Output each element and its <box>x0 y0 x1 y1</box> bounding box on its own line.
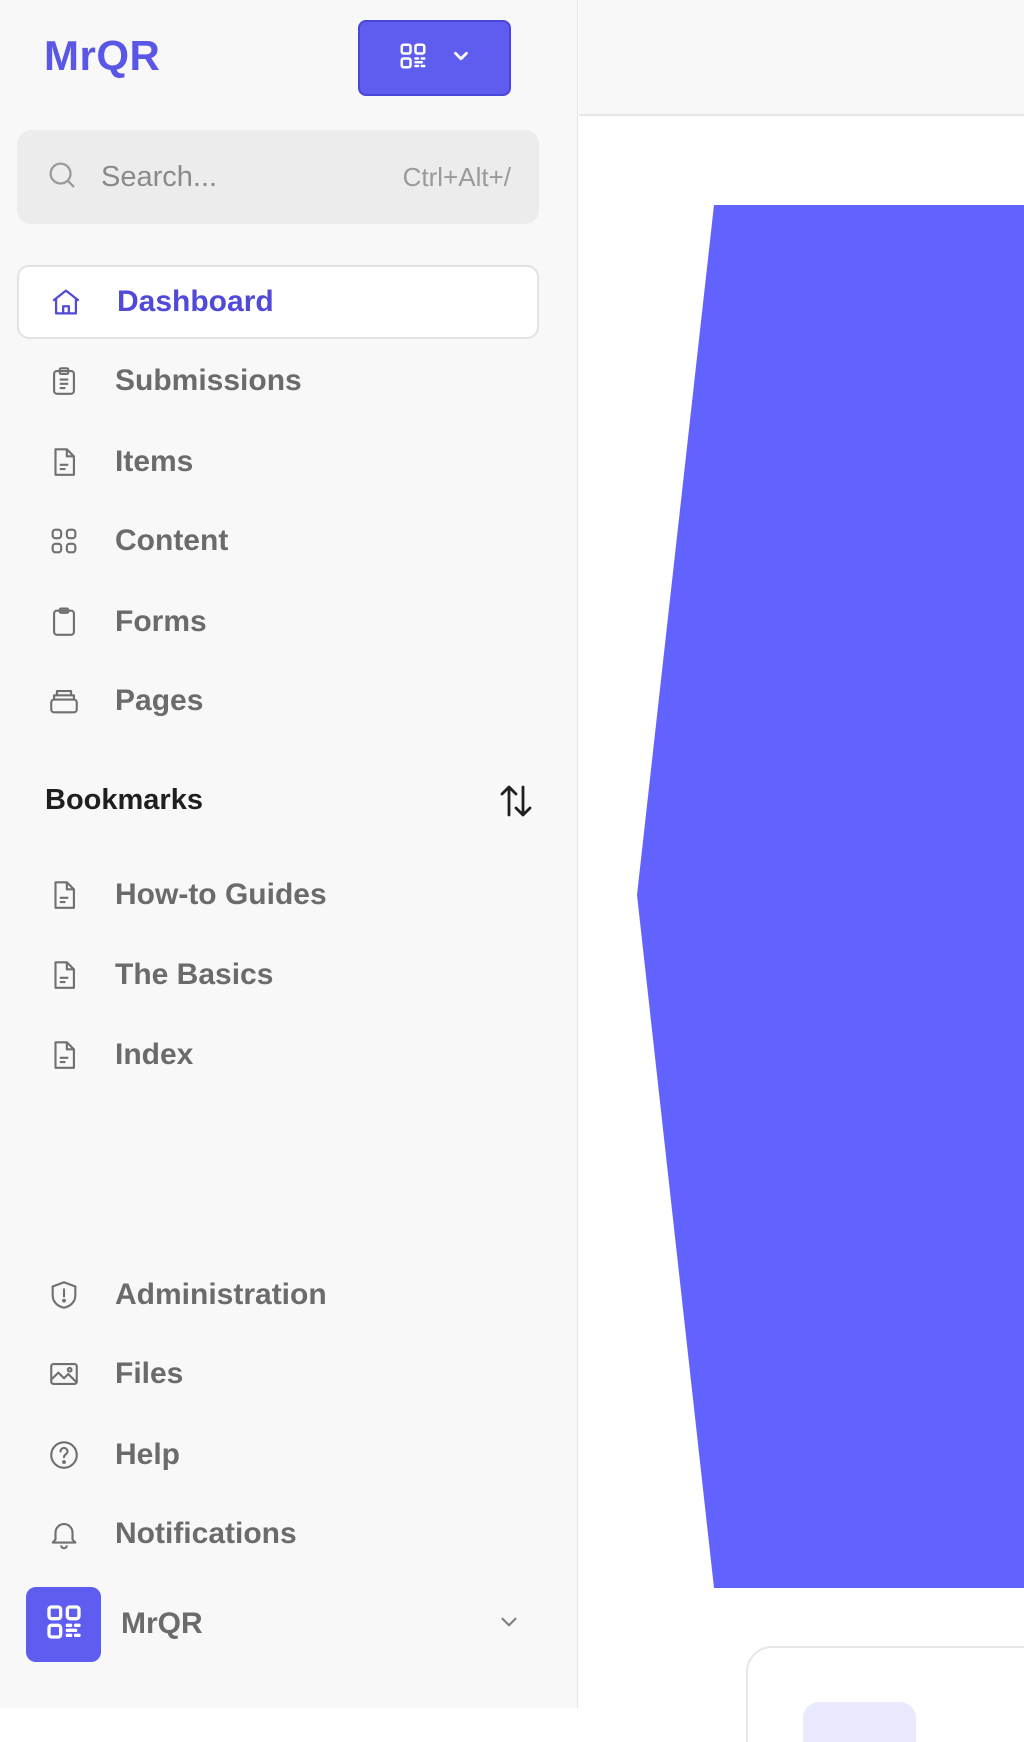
nav-item-submissions[interactable]: Submissions <box>17 344 539 418</box>
logo[interactable]: MrQR <box>44 32 160 80</box>
nav-item-items[interactable]: Items <box>17 425 539 499</box>
avatar <box>26 1586 101 1662</box>
hero-shape <box>637 205 1024 1588</box>
qr-code-icon <box>398 41 428 76</box>
account-name: MrQR <box>121 1607 203 1640</box>
nav-item-files[interactable]: Files <box>17 1337 539 1411</box>
search-shortcut: Ctrl+Alt+/ <box>402 161 511 192</box>
stack-icon <box>47 684 81 718</box>
bookmark-item-index[interactable]: Index <box>17 1018 539 1092</box>
bookmark-label: Index <box>115 1038 194 1071</box>
file-text-icon <box>47 445 81 479</box>
file-text-icon <box>47 1038 81 1072</box>
nav-item-label: Forms <box>115 605 207 638</box>
hero-graphic <box>637 205 1024 1588</box>
nav-item-label: Help <box>115 1438 181 1471</box>
nav-item-label: Dashboard <box>117 285 274 318</box>
grid-icon <box>47 524 81 558</box>
help-circle-icon <box>47 1438 81 1472</box>
sort-bookmarks-button[interactable] <box>493 780 539 826</box>
nav-item-label: Submissions <box>115 364 302 397</box>
nav-item-pages[interactable]: Pages <box>17 664 539 738</box>
nav-item-content[interactable]: Content <box>17 504 539 578</box>
nav-item-help[interactable]: Help <box>17 1418 539 1492</box>
nav-item-label: Items <box>115 445 194 478</box>
clipboard-list-icon <box>47 364 81 398</box>
nav-item-label: Administration <box>115 1278 327 1311</box>
top-bar <box>579 0 1024 116</box>
file-text-icon <box>47 878 81 912</box>
bookmarks-heading: Bookmarks <box>45 784 203 816</box>
chevron-down-icon <box>450 45 472 72</box>
search-icon <box>45 158 79 197</box>
file-text-icon <box>47 958 81 992</box>
nav-item-label: Files <box>115 1357 184 1390</box>
nav-item-forms[interactable]: Forms <box>17 585 539 659</box>
shield-alert-icon <box>47 1278 81 1312</box>
nav-item-notifications[interactable]: Notifications <box>17 1497 539 1571</box>
qr-code-icon <box>44 1602 84 1647</box>
bookmark-item-the-basics[interactable]: The Basics <box>17 938 539 1012</box>
account-switcher[interactable]: MrQR <box>26 1586 522 1662</box>
home-icon <box>49 285 83 319</box>
bookmark-label: The Basics <box>115 958 274 991</box>
app-window: MrQR Search... Ctrl+Alt+/ Dashboard Subm… <box>0 0 1024 1742</box>
sort-arrows-icon <box>495 780 537 827</box>
nav-item-label: Notifications <box>115 1517 297 1550</box>
card-icon-tile <box>803 1702 916 1742</box>
search-placeholder: Search... <box>101 160 218 193</box>
bell-icon <box>47 1517 81 1551</box>
chevron-down-icon <box>496 1609 522 1640</box>
nav-item-label: Pages <box>115 684 204 717</box>
image-icon <box>47 1357 81 1391</box>
nav-item-label: Content <box>115 524 229 557</box>
sidebar: MrQR Search... Ctrl+Alt+/ Dashboard Subm… <box>0 0 578 1708</box>
search-input[interactable]: Search... Ctrl+Alt+/ <box>17 130 539 224</box>
nav-item-dashboard[interactable]: Dashboard <box>17 265 539 339</box>
bookmark-label: How-to Guides <box>115 878 327 911</box>
clipboard-icon <box>47 605 81 639</box>
workspace-switcher-button[interactable] <box>358 20 511 96</box>
bookmark-item-how-to-guides[interactable]: How-to Guides <box>17 858 539 932</box>
nav-item-administration[interactable]: Administration <box>17 1258 539 1332</box>
